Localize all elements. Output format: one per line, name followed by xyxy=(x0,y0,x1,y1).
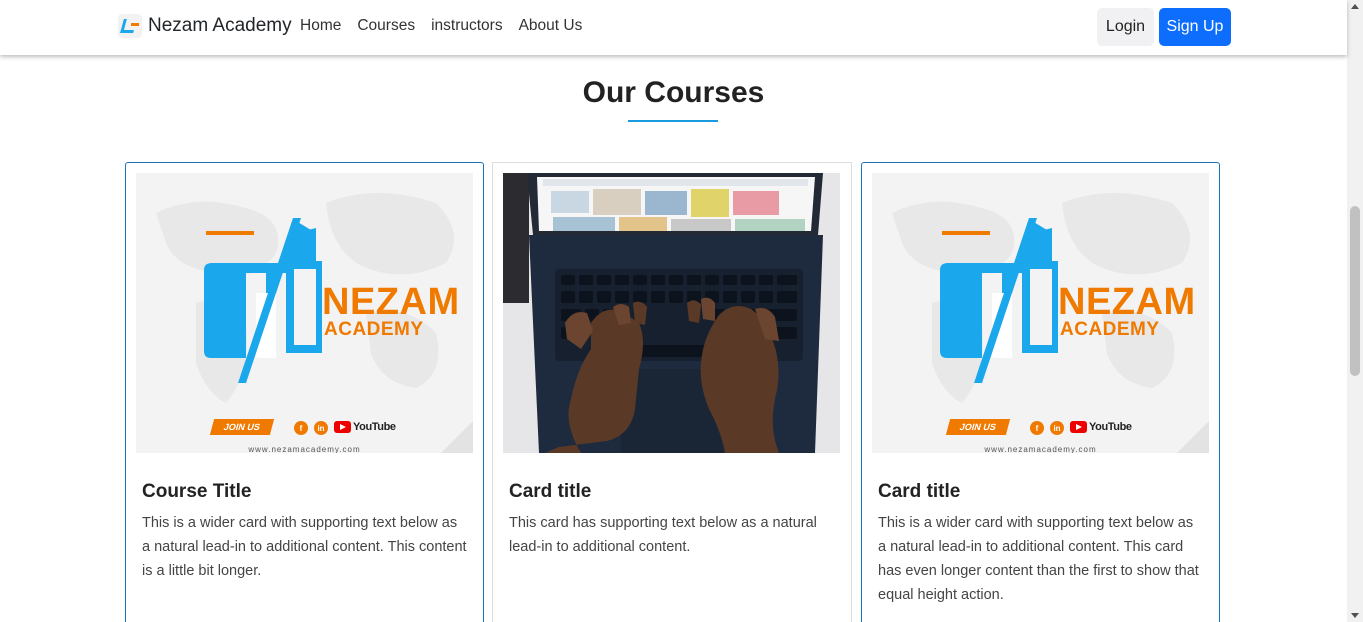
nezam-promo-graphic: NEZAM ACADEMY JOIN US f in YouTube www.n… xyxy=(136,173,473,453)
card-text: This is a wider card with supporting tex… xyxy=(878,515,1199,603)
card-title[interactable]: Card title xyxy=(509,481,835,503)
orange-accent-bar xyxy=(942,231,990,235)
card-title[interactable]: Card title xyxy=(878,481,1203,503)
card-body: Card title This card has supporting text… xyxy=(509,481,835,559)
youtube-label: YouTube xyxy=(353,421,396,433)
nav-link-courses[interactable]: Courses xyxy=(357,17,415,35)
youtube-icon xyxy=(334,421,351,433)
youtube-logo: YouTube xyxy=(334,421,396,433)
brand-link[interactable]: Nezam Academy xyxy=(118,14,292,38)
nav-link-about-us[interactable]: About Us xyxy=(519,17,583,35)
promo-nezam-text: NEZAM xyxy=(322,281,460,323)
orange-accent-bar xyxy=(206,231,254,235)
scroll-up-arrow-icon[interactable] xyxy=(1351,4,1359,9)
sign-up-button[interactable]: Sign Up xyxy=(1159,8,1231,46)
nezam-promo-graphic: NEZAM ACADEMY JOIN US f in YouTube www.n… xyxy=(872,173,1209,453)
card-text: This card has supporting text below as a… xyxy=(509,515,817,555)
course-card-3[interactable]: NEZAM ACADEMY JOIN US f in YouTube www.n… xyxy=(861,162,1220,622)
nav-link-instructors[interactable]: instructors xyxy=(431,17,503,35)
promo-url: www.nezamacademy.com xyxy=(984,445,1097,453)
section-title: Our Courses xyxy=(582,76,765,109)
promo-academy-text: ACADEMY xyxy=(324,319,424,340)
course-card-2[interactable]: Card title This card has supporting text… xyxy=(492,162,852,622)
corner-fold xyxy=(1177,421,1209,453)
card-image-nezam-promo: NEZAM ACADEMY JOIN US f in YouTube www.n… xyxy=(872,173,1209,453)
promo-academy-text: ACADEMY xyxy=(1060,319,1160,340)
page-scrollbar[interactable] xyxy=(1347,0,1363,622)
brand-name: Nezam Academy xyxy=(148,15,292,36)
facebook-icon: f xyxy=(294,421,308,435)
nav-links: Home Courses instructors About Us xyxy=(300,17,582,35)
facebook-icon: f xyxy=(1030,421,1044,435)
card-image-laptop-photo xyxy=(503,173,840,453)
card-title[interactable]: Course Title xyxy=(142,481,467,503)
join-us-badge: JOIN US xyxy=(945,419,1011,435)
card-body: Card title This is a wider card with sup… xyxy=(878,481,1203,607)
scroll-down-arrow-icon[interactable] xyxy=(1351,613,1359,618)
promo-url: www.nezamacademy.com xyxy=(248,445,361,453)
course-card-1[interactable]: NEZAM ACADEMY JOIN US f in YouTube www.n… xyxy=(125,162,484,622)
youtube-logo: YouTube xyxy=(1070,421,1132,433)
title-underline xyxy=(628,120,718,122)
youtube-icon xyxy=(1070,421,1087,433)
linkedin-icon: in xyxy=(314,421,328,435)
navbar: Nezam Academy Home Courses instructors A… xyxy=(0,0,1347,55)
join-us-badge: JOIN US xyxy=(209,419,275,435)
linkedin-icon: in xyxy=(1050,421,1064,435)
brand-logo-icon xyxy=(118,14,142,38)
nav-link-home[interactable]: Home xyxy=(300,17,341,35)
laptop-photo-graphic xyxy=(503,173,840,453)
login-button[interactable]: Login xyxy=(1097,8,1154,46)
card-body: Course Title This is a wider card with s… xyxy=(142,481,467,583)
scrollbar-thumb[interactable] xyxy=(1350,206,1360,376)
card-image-nezam-promo: NEZAM ACADEMY JOIN US f in YouTube www.n… xyxy=(136,173,473,453)
youtube-label: YouTube xyxy=(1089,421,1132,433)
corner-fold xyxy=(441,421,473,453)
promo-nezam-text: NEZAM xyxy=(1058,281,1196,323)
laptop-typing-photo xyxy=(503,173,840,453)
card-text: This is a wider card with supporting tex… xyxy=(142,515,467,579)
